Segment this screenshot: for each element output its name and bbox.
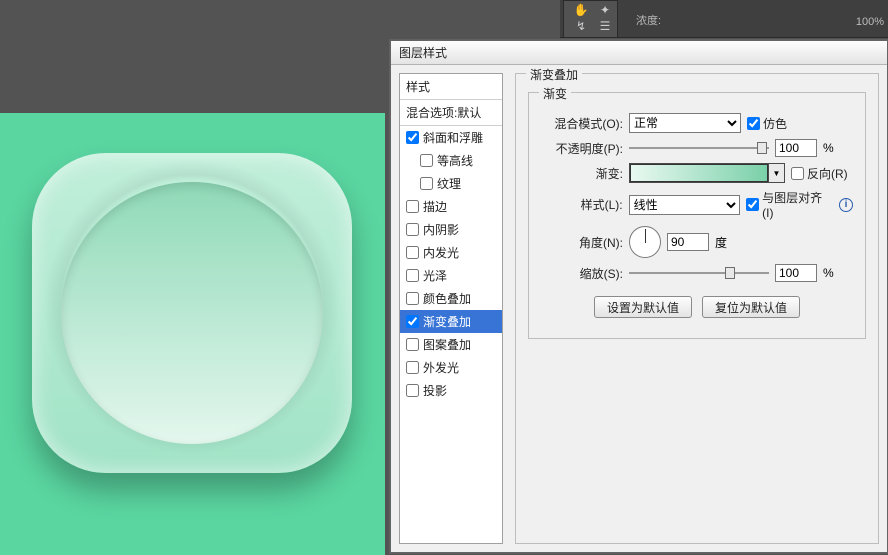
gradient-swatch[interactable]: [630, 164, 768, 182]
style-item[interactable]: 投影: [400, 379, 502, 402]
style-item-label: 图案叠加: [423, 336, 471, 353]
style-item[interactable]: 纹理: [400, 172, 502, 195]
tool-icon-group: ✋ ✦ ↯ ☰: [563, 0, 618, 38]
row-gradient: 渐变: ▼ 反向(R): [541, 163, 853, 183]
dither-checkbox[interactable]: 仿色: [747, 115, 787, 132]
tool-icon-c[interactable]: ↯: [570, 19, 592, 37]
style-item-label: 纹理: [437, 175, 461, 192]
style-item[interactable]: 光泽: [400, 264, 502, 287]
style-item-label: 描边: [423, 198, 447, 215]
style-item[interactable]: 渐变叠加: [400, 310, 502, 333]
chevron-down-icon[interactable]: ▼: [768, 164, 784, 182]
row-scale: 缩放(S): %: [541, 264, 853, 282]
style-item-label: 斜面和浮雕: [423, 129, 483, 146]
style-item-label: 外发光: [423, 359, 459, 376]
style-item-label: 渐变叠加: [423, 313, 471, 330]
style-item-checkbox[interactable]: [406, 200, 419, 213]
style-item-checkbox[interactable]: [406, 384, 419, 397]
subgroup-legend: 渐变: [539, 85, 571, 102]
align-checkbox[interactable]: 与图层对齐(I): [746, 189, 833, 220]
align-label: 与图层对齐(I): [762, 189, 833, 220]
label-gradient: 渐变:: [541, 165, 623, 182]
opacity-slider[interactable]: [629, 141, 769, 155]
document-canvas[interactable]: [0, 113, 385, 555]
blend-mode-select[interactable]: 正常: [629, 113, 741, 133]
style-item[interactable]: 斜面和浮雕: [400, 126, 502, 149]
style-item-checkbox[interactable]: [406, 246, 419, 259]
style-item-label: 内阴影: [423, 221, 459, 238]
density-label: 浓度:: [636, 12, 661, 28]
reverse-label: 反向(R): [807, 165, 848, 182]
dialog-title: 图层样式: [391, 41, 887, 65]
scale-input[interactable]: [775, 264, 817, 282]
label-style: 样式(L):: [541, 196, 623, 213]
style-item-checkbox[interactable]: [406, 223, 419, 236]
dither-check-input[interactable]: [747, 117, 760, 130]
angle-input[interactable]: [667, 233, 709, 251]
style-item[interactable]: 图案叠加: [400, 333, 502, 356]
row-style: 样式(L): 线性 与图层对齐(I) i: [541, 189, 853, 220]
gradient-overlay-group: 渐变叠加 渐变 混合模式(O): 正常 仿色 不透明度(P):: [515, 73, 879, 544]
style-item-label: 光泽: [423, 267, 447, 284]
percent-sign: %: [823, 141, 834, 155]
label-opacity: 不透明度(P):: [541, 140, 623, 157]
style-item-checkbox[interactable]: [406, 338, 419, 351]
style-item-checkbox[interactable]: [406, 315, 419, 328]
style-item[interactable]: 颜色叠加: [400, 287, 502, 310]
group-legend: 渐变叠加: [526, 66, 582, 83]
icon-inner-circle: [61, 182, 323, 444]
style-item[interactable]: 描边: [400, 195, 502, 218]
blending-options-row[interactable]: 混合选项:默认: [400, 100, 502, 126]
opacity-input[interactable]: [775, 139, 817, 157]
density-value: 100%: [856, 16, 884, 28]
reset-default-button[interactable]: 复位为默认值: [702, 296, 800, 318]
row-angle: 角度(N): 度: [541, 226, 853, 258]
label-scale: 缩放(S):: [541, 265, 623, 282]
style-item-label: 投影: [423, 382, 447, 399]
label-angle: 角度(N):: [541, 234, 623, 251]
style-item-label: 内发光: [423, 244, 459, 261]
style-select[interactable]: 线性: [629, 195, 741, 215]
styles-header[interactable]: 样式: [400, 74, 502, 100]
reverse-check-input[interactable]: [791, 167, 804, 180]
style-item[interactable]: 内阴影: [400, 218, 502, 241]
angle-dial[interactable]: [629, 226, 661, 258]
styles-column: 样式 混合选项:默认 斜面和浮雕等高线纹理描边内阴影内发光光泽颜色叠加渐变叠加图…: [399, 73, 503, 544]
style-item-label: 颜色叠加: [423, 290, 471, 307]
style-item-checkbox[interactable]: [420, 154, 433, 167]
style-item-checkbox[interactable]: [406, 292, 419, 305]
style-item-checkbox[interactable]: [406, 131, 419, 144]
label-blend-mode: 混合模式(O):: [541, 115, 623, 132]
dialog-body: 样式 混合选项:默认 斜面和浮雕等高线纹理描边内阴影内发光光泽颜色叠加渐变叠加图…: [399, 73, 879, 544]
style-item-checkbox[interactable]: [406, 269, 419, 282]
scale-slider[interactable]: [629, 266, 769, 280]
reverse-checkbox[interactable]: 反向(R): [791, 165, 848, 182]
row-opacity: 不透明度(P): %: [541, 139, 853, 157]
info-icon[interactable]: i: [839, 198, 853, 212]
set-default-button[interactable]: 设置为默认值: [594, 296, 692, 318]
gradient-picker[interactable]: ▼: [629, 163, 785, 183]
style-item-checkbox[interactable]: [420, 177, 433, 190]
percent-sign-2: %: [823, 266, 834, 280]
default-buttons-row: 设置为默认值 复位为默认值: [541, 296, 853, 318]
style-item[interactable]: 内发光: [400, 241, 502, 264]
tool-icon-d[interactable]: ☰: [594, 19, 616, 37]
row-blend-mode: 混合模式(O): 正常 仿色: [541, 113, 853, 133]
angle-unit: 度: [715, 234, 727, 251]
dither-label: 仿色: [763, 115, 787, 132]
align-check-input[interactable]: [746, 198, 759, 211]
style-item-label: 等高线: [437, 152, 473, 169]
style-item[interactable]: 外发光: [400, 356, 502, 379]
icon-rounded-rect: [32, 153, 352, 473]
style-item[interactable]: 等高线: [400, 149, 502, 172]
style-item-checkbox[interactable]: [406, 361, 419, 374]
gradient-subgroup: 渐变 混合模式(O): 正常 仿色 不透明度(P):: [528, 92, 866, 339]
styles-list: 斜面和浮雕等高线纹理描边内阴影内发光光泽颜色叠加渐变叠加图案叠加外发光投影: [400, 126, 502, 402]
layer-style-dialog: 图层样式 样式 混合选项:默认 斜面和浮雕等高线纹理描边内阴影内发光光泽颜色叠加…: [390, 40, 888, 553]
